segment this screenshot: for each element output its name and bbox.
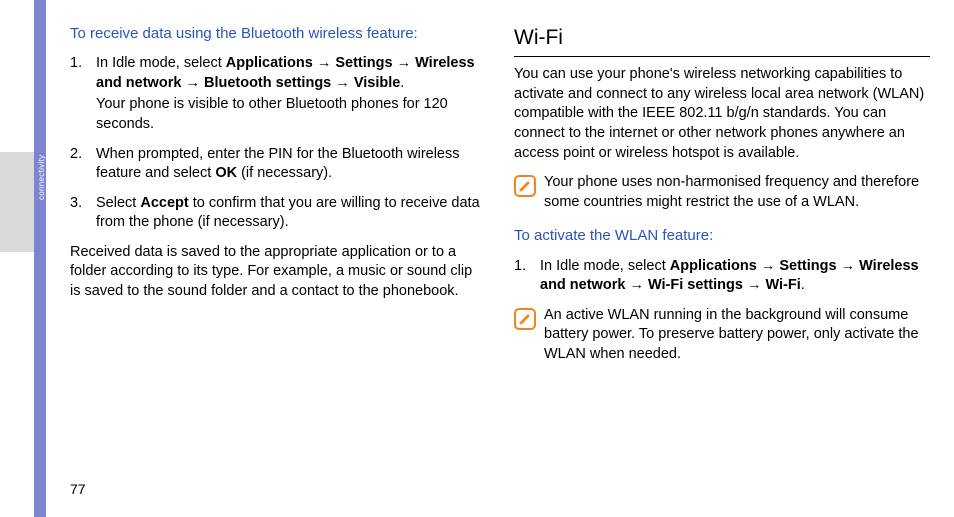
arrow-icon: →	[761, 258, 776, 274]
step-text: Select	[96, 195, 140, 211]
step-text: In Idle mode, select	[540, 258, 670, 274]
step-1: 1. In Idle mode, select Applications → S…	[70, 54, 486, 134]
bold-accept: Accept	[140, 195, 188, 211]
path-wifi: Wi-Fi	[765, 277, 800, 293]
page-number: 77	[70, 481, 86, 497]
right-step-1: 1. In Idle mode, select Applications → S…	[514, 257, 930, 296]
step-text: In Idle mode, select	[96, 55, 226, 71]
step-body: Select Accept to confirm that you are wi…	[96, 194, 486, 233]
arrow-icon: →	[185, 75, 200, 91]
left-subhead: To receive data using the Bluetooth wire…	[70, 24, 486, 44]
left-column: To receive data using the Bluetooth wire…	[70, 24, 486, 494]
arrow-icon: →	[629, 277, 644, 293]
note-icon	[514, 175, 536, 197]
right-column: Wi-Fi You can use your phone's wireless …	[514, 24, 930, 494]
note-text-1: Your phone uses non-harmonised frequency…	[544, 173, 930, 212]
path-app: Applications	[226, 55, 313, 71]
sidebar-purple-bar	[34, 0, 46, 517]
path-wifi-settings: Wi-Fi settings	[648, 277, 743, 293]
step-body: In Idle mode, select Applications → Sett…	[96, 54, 486, 134]
left-paragraph: Received data is saved to the appropriat…	[70, 243, 486, 302]
wifi-intro: You can use your phone's wireless networ…	[514, 65, 930, 163]
right-steps-list: 1. In Idle mode, select Applications → S…	[514, 257, 930, 296]
step-3: 3. Select Accept to confirm that you are…	[70, 194, 486, 233]
sidebar-tab-label: connectivity	[37, 155, 46, 200]
note-text-2: An active WLAN running in the background…	[544, 306, 930, 365]
step-suffix: .	[801, 277, 805, 293]
path-visible: Visible	[354, 75, 400, 91]
arrow-icon: →	[335, 75, 350, 91]
wifi-heading: Wi-Fi	[514, 24, 930, 52]
step-2: 2. When prompted, enter the PIN for the …	[70, 145, 486, 184]
step-subnote: Your phone is visible to other Bluetooth…	[96, 95, 486, 134]
right-subhead: To activate the WLAN feature:	[514, 226, 930, 246]
step-text-b: (if necessary).	[237, 165, 332, 181]
note-box-2: An active WLAN running in the background…	[514, 306, 930, 365]
step-number: 3.	[70, 194, 96, 233]
path-settings: Settings	[779, 258, 836, 274]
step-body: In Idle mode, select Applications → Sett…	[540, 257, 930, 296]
step-number: 2.	[70, 145, 96, 184]
path-app: Applications	[670, 258, 757, 274]
arrow-icon: →	[747, 277, 762, 293]
heading-underline	[514, 56, 930, 57]
step-number: 1.	[514, 257, 540, 296]
step-suffix: .	[400, 75, 404, 91]
arrow-icon: →	[397, 55, 412, 71]
path-bt: Bluetooth settings	[204, 75, 331, 91]
bold-ok: OK	[215, 165, 237, 181]
left-steps-list: 1. In Idle mode, select Applications → S…	[70, 54, 486, 233]
note-box-1: Your phone uses non-harmonised frequency…	[514, 173, 930, 212]
step-body: When prompted, enter the PIN for the Blu…	[96, 145, 486, 184]
arrow-icon: →	[317, 55, 332, 71]
step-number: 1.	[70, 54, 96, 134]
arrow-icon: →	[841, 258, 856, 274]
path-settings: Settings	[335, 55, 392, 71]
page-content: To receive data using the Bluetooth wire…	[70, 24, 930, 494]
note-icon	[514, 308, 536, 330]
